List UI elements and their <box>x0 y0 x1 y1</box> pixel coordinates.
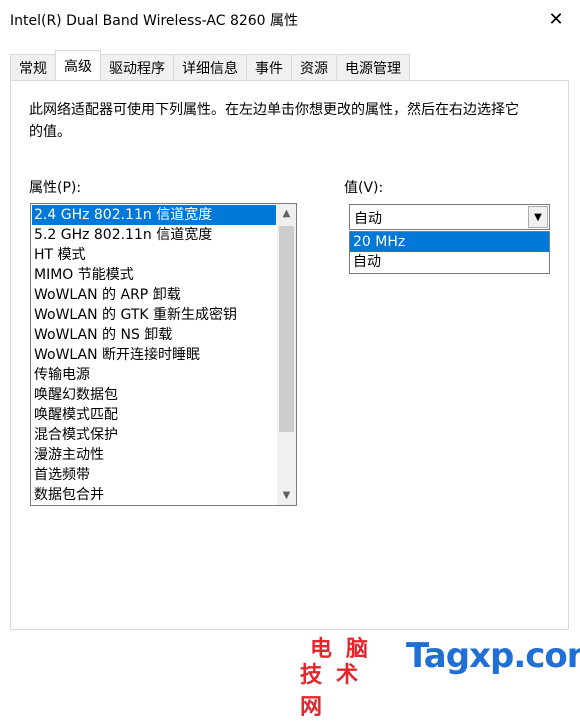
panel-description: 此网络适配器可使用下列属性。在左边单击你想更改的属性，然后在右边选择它的值。 <box>29 102 519 140</box>
list-item[interactable]: 首选频带 <box>32 465 276 485</box>
dropdown-option-20mhz[interactable]: 20 MHz <box>350 232 549 252</box>
tab-advanced[interactable]: 高级 <box>55 50 101 80</box>
scroll-up-button[interactable]: ▲ <box>277 204 296 223</box>
title-bar: Intel(R) Dual Band Wireless-AC 8260 属性 ✕ <box>0 0 580 38</box>
watermark-en-logo: Tagxp.com <box>404 632 580 687</box>
value-dropdown-button[interactable]: ▼ <box>528 206 548 228</box>
tab-details[interactable]: 详细信息 <box>173 54 247 80</box>
list-item[interactable]: WoWLAN 断开连接时睡眠 <box>32 345 276 365</box>
chevron-down-icon: ▼ <box>534 211 542 223</box>
tab-resources[interactable]: 资源 <box>291 54 337 80</box>
value-label: 值(V): <box>344 180 384 196</box>
close-icon: ✕ <box>548 8 564 30</box>
list-item[interactable]: 数据包合并 <box>32 485 276 505</box>
list-item[interactable]: WoWLAN 的 NS 卸载 <box>32 325 276 345</box>
window-title: Intel(R) Dual Band Wireless-AC 8260 属性 <box>10 13 299 29</box>
property-label: 属性(P): <box>29 180 82 196</box>
list-item[interactable]: 2.4 GHz 802.11n 信道宽度 <box>32 205 276 225</box>
list-item[interactable]: 漫游主动性 <box>32 445 276 465</box>
chevron-up-icon: ▲ <box>282 208 291 219</box>
tab-events[interactable]: 事件 <box>246 54 292 80</box>
advanced-panel: 此网络适配器可使用下列属性。在左边单击你想更改的属性，然后在右边选择它的值。 属… <box>10 80 569 630</box>
tab-power-management[interactable]: 电源管理 <box>336 54 410 80</box>
value-combobox-selected: 自动 <box>354 211 382 227</box>
properties-dialog: Intel(R) Dual Band Wireless-AC 8260 属性 ✕… <box>0 0 580 720</box>
list-item[interactable]: 唤醒模式匹配 <box>32 405 276 425</box>
watermark-en-text: Tagxp.com <box>406 636 580 676</box>
list-item[interactable]: 混合模式保护 <box>32 425 276 445</box>
site-watermark: 电脑 技术网 Tagxp.com <box>294 632 580 720</box>
tab-general[interactable]: 常规 <box>10 54 56 80</box>
list-item[interactable]: HT 模式 <box>32 245 276 265</box>
scroll-thumb[interactable] <box>279 226 294 432</box>
property-list: 2.4 GHz 802.11n 信道宽度 5.2 GHz 802.11n 信道宽… <box>32 205 276 505</box>
watermark-cn-logo: 电脑 技术网 <box>294 632 404 720</box>
list-item[interactable]: WoWLAN 的 ARP 卸载 <box>32 285 276 305</box>
list-item[interactable]: MIMO 节能模式 <box>32 265 276 285</box>
chevron-down-icon: ▼ <box>282 490 291 501</box>
dropdown-option-auto[interactable]: 自动 <box>350 252 549 272</box>
value-combobox[interactable]: 自动 ▼ <box>349 204 550 230</box>
tab-strip: 常规 高级 驱动程序 详细信息 事件 资源 电源管理 <box>10 50 410 80</box>
property-list-scrollbar[interactable]: ▲ ▼ <box>277 204 296 505</box>
list-item[interactable]: 5.2 GHz 802.11n 信道宽度 <box>32 225 276 245</box>
list-item[interactable]: WoWLAN 的 GTK 重新生成密钥 <box>32 305 276 325</box>
scroll-down-button[interactable]: ▼ <box>277 486 296 505</box>
watermark-cn-line2: 技术网 <box>300 663 373 720</box>
close-button[interactable]: ✕ <box>532 0 580 38</box>
value-dropdown-list: 20 MHz 自动 <box>349 231 550 274</box>
tab-driver[interactable]: 驱动程序 <box>100 54 174 80</box>
list-item[interactable]: 传输电源 <box>32 365 276 385</box>
list-item[interactable]: 唤醒幻数据包 <box>32 385 276 405</box>
property-listbox[interactable]: 2.4 GHz 802.11n 信道宽度 5.2 GHz 802.11n 信道宽… <box>30 203 297 506</box>
